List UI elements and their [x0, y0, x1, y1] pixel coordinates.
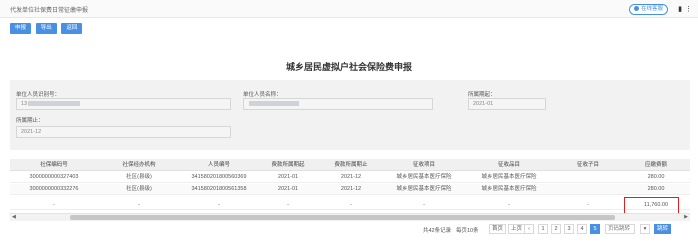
table-cell: 341580201800561358 [191, 186, 247, 192]
table-row[interactable]: 3000000000327403 社区(县级) 3415802018005603… [10, 172, 690, 183]
column-header: 费款所属期止 [334, 162, 368, 168]
unit-name-label: 单位人员名称： [243, 92, 282, 98]
table-cell: - [423, 202, 425, 208]
table-cell: 341580201800560369 [191, 174, 247, 180]
table-cell: - [287, 202, 289, 208]
period-end-field[interactable]: 2021-12 [16, 126, 231, 138]
online-service-button[interactable]: 在线客服 [628, 4, 668, 15]
scroll-left-icon[interactable]: ◀ [12, 214, 16, 220]
table-cell: - [508, 202, 510, 208]
horizontal-scrollbar[interactable]: ◀ ▶ [10, 213, 690, 221]
masked-value [249, 101, 299, 107]
page-size: 每页10条 [456, 228, 479, 234]
back-button[interactable]: 返回 [61, 23, 83, 34]
period-start-field[interactable]: 2021-01 [468, 98, 546, 110]
page-button[interactable]: 4 [577, 224, 587, 234]
table-cell: 3000000000332276 [29, 186, 79, 192]
period-end-value: 2021-12 [21, 129, 42, 135]
table-total-row: - - - - - - - - 11,760.00 [10, 196, 690, 210]
column-header: 应缴费额 [644, 162, 667, 168]
unit-name-field[interactable] [243, 98, 433, 110]
unit-id-value: 13 [21, 101, 28, 107]
go-button[interactable]: 跳转 [654, 224, 672, 234]
online-service-label: 在线客服 [640, 6, 663, 12]
period-start-label: 所属期起： [468, 92, 496, 98]
chat-icon [633, 6, 639, 12]
toolbar: 申报 导出 返回 [10, 23, 85, 35]
period-end-label: 所属期止： [16, 118, 44, 124]
page-button[interactable]: 3 [564, 224, 574, 234]
table-cell: 3000000000327403 [29, 174, 79, 180]
scrollbar-thumb[interactable] [70, 215, 615, 220]
table-cell: 城乡居民基本医疗保险 [481, 174, 537, 180]
table-cell: 280.00 [647, 174, 665, 180]
window-title: 代发单位社保费日常征缴申报 [10, 8, 89, 14]
chevron-left-icon[interactable]: ‹ [524, 224, 534, 234]
period-start-value: 2021-01 [473, 101, 494, 107]
column-header: 人员编号 [207, 162, 230, 168]
declare-button[interactable]: 申报 [10, 23, 32, 34]
table-row[interactable]: 3000000000332276 社区(县级) 3415802018005613… [10, 184, 690, 195]
table-cell: - [53, 202, 55, 208]
first-page-button[interactable]: 首页 [489, 224, 507, 234]
help-icon[interactable]: ⋮ [685, 5, 692, 13]
table-cell: 社区(县级) [126, 174, 152, 180]
table-cell: 城乡居民基本医疗保险 [481, 186, 537, 192]
unit-id-label: 单位人员识别号： [16, 92, 61, 98]
top-bar: 代发单位社保费日常征缴申报 在线客服 ▮ ⋮ [0, 0, 698, 18]
table-cell: - [218, 202, 220, 208]
query-form: 单位人员识别号： 13 单位人员名称： 所属期起： 2021-01 所属期止： … [10, 80, 690, 150]
column-header: 征收子目 [576, 162, 599, 168]
page-button-active[interactable]: 5 [590, 224, 600, 234]
unit-id-field[interactable]: 13 [16, 98, 231, 110]
table-header: 社保编码号 社保经办机构 人员编号 费款所属期起 费款所属期止 征收项目 征收品… [10, 159, 690, 171]
scroll-right-icon[interactable]: ▶ [684, 214, 688, 220]
column-header: 社保编码号 [40, 162, 68, 168]
table-cell: 280.00 [647, 186, 665, 192]
page-button[interactable]: 1 [538, 224, 548, 234]
table-cell: 2021-01 [277, 186, 299, 192]
page-title: 城乡居民虚拟户社会保险费申报 [285, 63, 412, 73]
column-header: 征收项目 [412, 162, 435, 168]
table-cell [554, 184, 622, 194]
page-button[interactable]: 2 [551, 224, 561, 234]
table-cell [554, 172, 622, 182]
page-jump-input[interactable] [605, 224, 635, 234]
table-cell: - [138, 202, 140, 208]
column-header: 征收品目 [497, 162, 520, 168]
table-cell: 社区(县级) [126, 186, 152, 192]
table-cell: 2021-12 [340, 186, 362, 192]
export-button[interactable]: 导出 [35, 23, 57, 34]
table-cell: 2021-01 [277, 174, 299, 180]
masked-value [28, 101, 81, 107]
print-icon[interactable]: ▮ [678, 5, 682, 13]
chevron-down-icon[interactable]: ▾ [640, 224, 650, 234]
column-header: 费款所属期起 [271, 162, 305, 168]
total-records: 共42条记录 [423, 228, 452, 234]
table-cell: 2021-12 [340, 174, 362, 180]
table-cell: 城乡居民基本医疗保险 [396, 174, 452, 180]
prev-page-button[interactable]: 上页 [508, 224, 526, 234]
column-header: 社保经办机构 [122, 162, 156, 168]
table-cell: 城乡居民基本医疗保险 [396, 186, 452, 192]
table-cell: - [350, 202, 352, 208]
table-cell: - [587, 202, 589, 208]
